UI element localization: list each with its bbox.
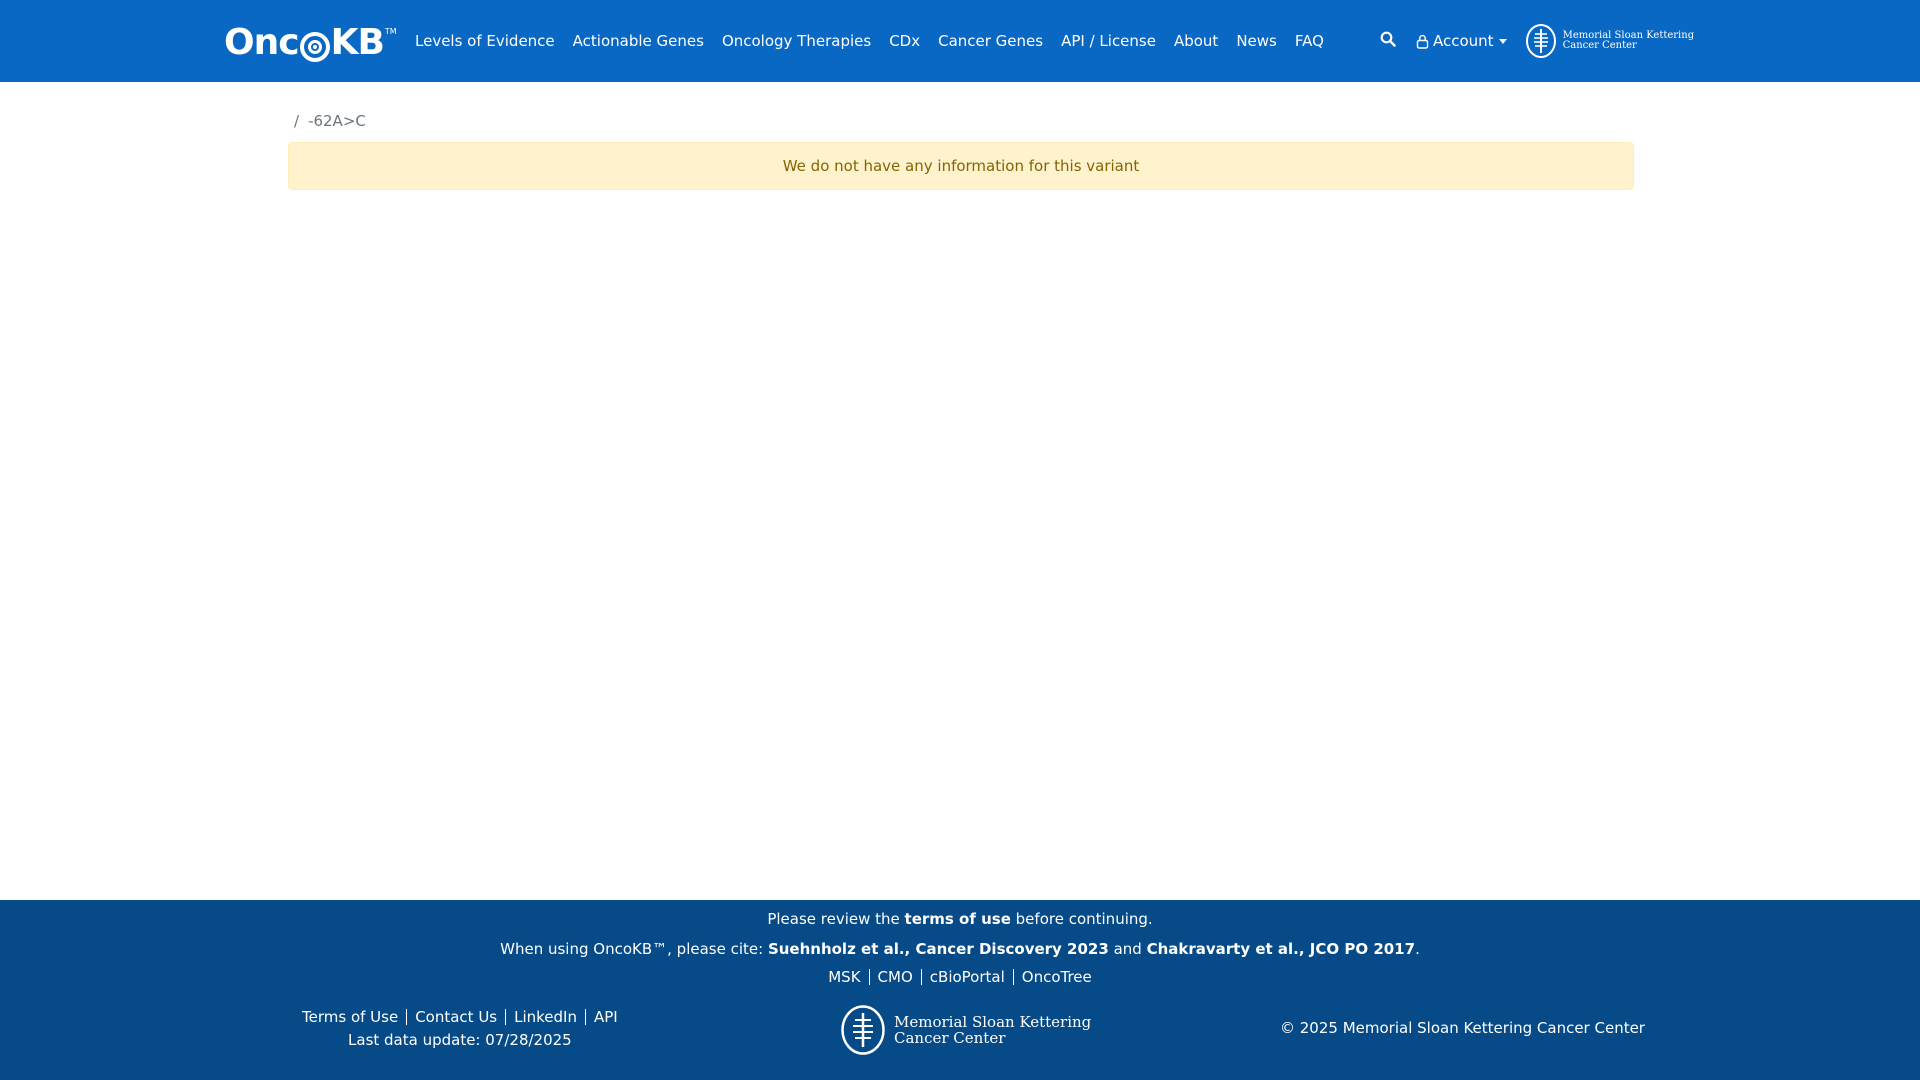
review-prefix: Please review the [767, 910, 905, 928]
nav-right-group: Account Memorial Sloan Kettering Cancer … [1380, 0, 1694, 82]
divider [1012, 969, 1014, 985]
api-link[interactable]: API [594, 1008, 618, 1026]
contact-us-link[interactable]: Contact Us [415, 1008, 497, 1026]
nav-faq[interactable]: FAQ [1295, 32, 1324, 50]
alert-message: We do not have any information for this … [782, 157, 1140, 175]
nav-api-license[interactable]: API / License [1061, 32, 1156, 50]
nav-oncology-therapies[interactable]: Oncology Therapies [722, 32, 871, 50]
citation-chakravarty-link[interactable]: Chakravarty et al., JCO PO 2017 [1147, 940, 1416, 958]
cite-end: . [1415, 940, 1420, 958]
divider [406, 1009, 408, 1025]
top-navbar: Onc KB TM Levels of Evidence Actionable … [0, 0, 1920, 82]
msk-footer-logo[interactable]: Memorial Sloan Kettering Cancer Center [840, 1004, 1091, 1056]
linkedin-link[interactable]: LinkedIn [514, 1008, 577, 1026]
nav-levels-of-evidence[interactable]: Levels of Evidence [415, 32, 555, 50]
search-icon[interactable] [1380, 31, 1400, 51]
nav-actionable-genes[interactable]: Actionable Genes [573, 32, 704, 50]
nav-cdx[interactable]: CDx [889, 32, 920, 50]
divider [868, 969, 870, 985]
msk-logo-line2: Cancer Center [1562, 40, 1637, 51]
caret-down-icon [1498, 38, 1507, 44]
msk-logo-text: Memorial Sloan Kettering Cancer Center [1563, 31, 1695, 51]
cite-prefix: When using OncoKB™, please cite: [500, 940, 768, 958]
msk-logo-icon [1525, 24, 1556, 58]
terms-notice: Please review the terms of use before co… [0, 910, 1920, 928]
account-dropdown[interactable]: Account [1416, 32, 1507, 50]
msk-footer-logo-line2: Cancer Center [894, 1029, 1006, 1047]
target-icon [299, 32, 330, 62]
citation-notice: When using OncoKB™, please cite: Suehnho… [0, 940, 1920, 958]
nav-about[interactable]: About [1174, 32, 1218, 50]
cmo-link[interactable]: CMO [878, 968, 913, 986]
brand-text-right: KB [330, 22, 385, 63]
user-icon [1416, 34, 1429, 49]
breadcrumb-separator: / [294, 112, 300, 130]
msk-header-logo[interactable]: Memorial Sloan Kettering Cancer Center [1525, 23, 1695, 59]
no-info-alert: We do not have any information for this … [288, 142, 1634, 190]
citation-suehnholz-link[interactable]: Suehnholz et al., Cancer Discovery 2023 [768, 940, 1109, 958]
footer-links: Terms of Use Contact Us LinkedIn API Last d… [302, 1008, 618, 1049]
divider [505, 1009, 507, 1025]
terms-of-use-link[interactable]: terms of use [905, 910, 1011, 928]
review-suffix: before continuing. [1010, 910, 1153, 928]
cite-and: and [1108, 940, 1147, 958]
main-nav: Levels of Evidence Actionable Genes Onco… [415, 0, 1342, 82]
msk-link[interactable]: MSK [828, 968, 860, 986]
footer: Please review the terms of use before co… [0, 900, 1920, 1080]
breadcrumb-variant: -62A>C [308, 112, 366, 130]
oncotree-link[interactable]: OncoTree [1022, 968, 1092, 986]
account-label: Account [1433, 32, 1494, 50]
msk-footer-logo-text: Memorial Sloan Kettering Cancer Center [894, 1014, 1091, 1046]
oncokb-logo[interactable]: Onc KB TM [224, 24, 397, 62]
trademark-mark: TM [384, 27, 397, 36]
divider [585, 1009, 586, 1025]
last-data-update: Last data update: 07/28/2025 [348, 1031, 572, 1049]
msk-logo-icon [841, 1005, 885, 1055]
nav-news[interactable]: News [1236, 32, 1277, 50]
resource-links: MSK CMO cBioPortal OncoTree [0, 968, 1920, 986]
brand-text-left: Onc [224, 22, 300, 63]
breadcrumb: / -62A>C [294, 112, 366, 130]
cbioportal-link[interactable]: cBioPortal [930, 968, 1005, 986]
terms-link[interactable]: Terms of Use [302, 1008, 398, 1026]
nav-cancer-genes[interactable]: Cancer Genes [938, 32, 1043, 50]
copyright: © 2025 Memorial Sloan Kettering Cancer C… [1280, 1019, 1645, 1037]
divider [920, 969, 922, 985]
